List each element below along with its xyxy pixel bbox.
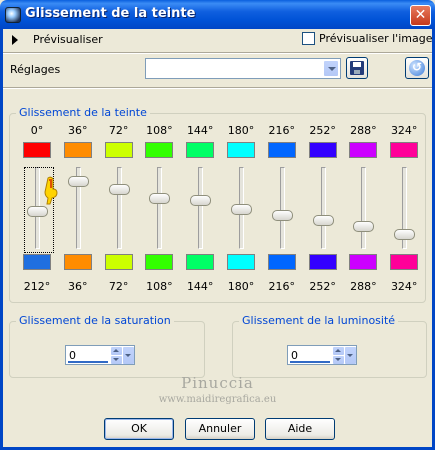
hue-top-swatch bbox=[104, 142, 133, 158]
saturation-dropdown-icon[interactable] bbox=[123, 347, 134, 364]
hue-top-swatch bbox=[349, 142, 378, 158]
title-bar[interactable]: Glissement de la teinte ✕ bbox=[0, 0, 435, 29]
hue-top-swatch bbox=[23, 142, 51, 158]
save-settings-button[interactable] bbox=[346, 57, 368, 79]
hue-top-swatch bbox=[227, 142, 255, 158]
hue-top-swatch bbox=[390, 142, 419, 158]
preview-image-checkbox[interactable] bbox=[302, 32, 315, 45]
hand-cursor-icon bbox=[44, 176, 58, 205]
hue-top-swatch bbox=[63, 142, 92, 158]
hue-slider-thumb[interactable] bbox=[394, 229, 416, 241]
hue-slider-thumb[interactable] bbox=[67, 175, 89, 187]
saturation-up-icon[interactable] bbox=[111, 347, 122, 355]
hue-bottom-label: 288° bbox=[350, 280, 377, 293]
hue-slider-track[interactable] bbox=[320, 167, 326, 249]
cancel-button[interactable]: Annuler bbox=[185, 418, 255, 440]
hue-bottom-swatch bbox=[63, 254, 92, 270]
hue-slider-thumb[interactable] bbox=[108, 184, 130, 196]
separator-mid bbox=[3, 87, 432, 89]
hue-top-swatch bbox=[308, 142, 337, 158]
hue-bottom-swatch bbox=[267, 254, 296, 270]
app-icon bbox=[5, 7, 21, 23]
hue-bottom-label: 180° bbox=[227, 280, 255, 293]
hue-slider-thumb[interactable] bbox=[149, 192, 171, 204]
saturation-group-title: Glissement de la saturation bbox=[16, 314, 174, 327]
hue-bottom-swatch bbox=[104, 254, 133, 270]
preview-image-label[interactable]: Prévisualiser l'image bbox=[319, 32, 432, 45]
hue-bottom-label: 324° bbox=[390, 280, 418, 293]
separator-top bbox=[3, 52, 432, 54]
reset-arrow-icon: ↺ bbox=[409, 60, 425, 76]
hue-bottom-swatch bbox=[145, 254, 174, 270]
reset-button[interactable]: ↺ bbox=[405, 57, 429, 79]
luminosity-spinner[interactable]: 0 bbox=[287, 345, 357, 365]
expand-triangle-icon[interactable] bbox=[12, 35, 18, 45]
settings-label: Réglages bbox=[10, 63, 61, 76]
saturation-underline bbox=[68, 361, 108, 363]
hue-top-label: 324° bbox=[390, 124, 418, 137]
hue-top-label: 0° bbox=[30, 124, 44, 137]
hue-top-label: 36° bbox=[68, 124, 88, 137]
close-icon: ✕ bbox=[414, 7, 427, 23]
hue-slider-track[interactable] bbox=[361, 167, 367, 249]
hue-bottom-label: 252° bbox=[309, 280, 336, 293]
hue-bottom-swatch bbox=[349, 254, 378, 270]
hue-top-swatch bbox=[186, 142, 215, 158]
hue-slider-thumb[interactable] bbox=[231, 203, 252, 215]
chevron-down-icon[interactable] bbox=[323, 60, 339, 77]
hue-slider-thumb[interactable] bbox=[190, 195, 212, 207]
luminosity-underline bbox=[290, 361, 330, 363]
hue-bottom-swatch bbox=[23, 254, 51, 270]
hue-bottom-label: 108° bbox=[146, 280, 173, 293]
hue-bottom-swatch bbox=[227, 254, 255, 270]
hue-top-label: 252° bbox=[309, 124, 336, 137]
hue-top-label: 180° bbox=[227, 124, 255, 137]
hue-top-label: 108° bbox=[146, 124, 173, 137]
watermark-url: www.maidiregrafica.eu bbox=[158, 394, 277, 405]
hue-group-title: Glissement de la teinte bbox=[16, 106, 150, 119]
hue-top-label: 288° bbox=[350, 124, 377, 137]
preview-row: Prévisualiser Prévisualiser l'image bbox=[0, 29, 435, 51]
hue-bottom-label: 144° bbox=[186, 280, 214, 293]
hue-bottom-label: 212° bbox=[23, 280, 51, 293]
hue-top-swatch bbox=[267, 142, 296, 158]
hue-slider-thumb[interactable] bbox=[312, 215, 334, 227]
hue-bottom-label: 216° bbox=[268, 280, 296, 293]
luminosity-group-title: Glissement de la luminosité bbox=[239, 314, 399, 327]
hue-bottom-label: 72° bbox=[108, 280, 129, 293]
luminosity-up-icon[interactable] bbox=[333, 347, 344, 355]
luminosity-dropdown-icon[interactable] bbox=[345, 347, 356, 364]
floppy-disk-icon bbox=[350, 61, 364, 75]
luminosity-down-icon[interactable] bbox=[333, 356, 344, 364]
hue-top-label: 144° bbox=[186, 124, 214, 137]
hue-top-label: 216° bbox=[268, 124, 296, 137]
hue-slider-track[interactable] bbox=[279, 167, 285, 249]
saturation-down-icon[interactable] bbox=[111, 356, 122, 364]
hue-slider-thumb[interactable] bbox=[353, 220, 375, 232]
help-button[interactable]: Aide bbox=[265, 418, 335, 440]
watermark-title: Pinuccia bbox=[181, 374, 254, 392]
preview-toggle-label[interactable]: Prévisualiser bbox=[33, 33, 103, 46]
hue-bottom-swatch bbox=[390, 254, 419, 270]
hue-slider-track[interactable] bbox=[116, 167, 122, 249]
hue-slider-track[interactable] bbox=[157, 167, 163, 249]
window-title: Glissement de la teinte bbox=[25, 6, 196, 21]
settings-dropdown[interactable] bbox=[145, 58, 341, 79]
close-button[interactable]: ✕ bbox=[410, 5, 431, 26]
hue-top-swatch bbox=[145, 142, 174, 158]
hue-slider-thumb[interactable] bbox=[271, 209, 293, 221]
hue-top-label: 72° bbox=[108, 124, 129, 137]
saturation-spinner[interactable]: 0 bbox=[65, 345, 135, 365]
hue-slider-track[interactable] bbox=[198, 167, 204, 249]
hue-bottom-label: 36° bbox=[68, 280, 88, 293]
hue-bottom-swatch bbox=[308, 254, 337, 270]
hue-bottom-swatch bbox=[186, 254, 215, 270]
ok-button[interactable]: OK bbox=[104, 418, 174, 440]
